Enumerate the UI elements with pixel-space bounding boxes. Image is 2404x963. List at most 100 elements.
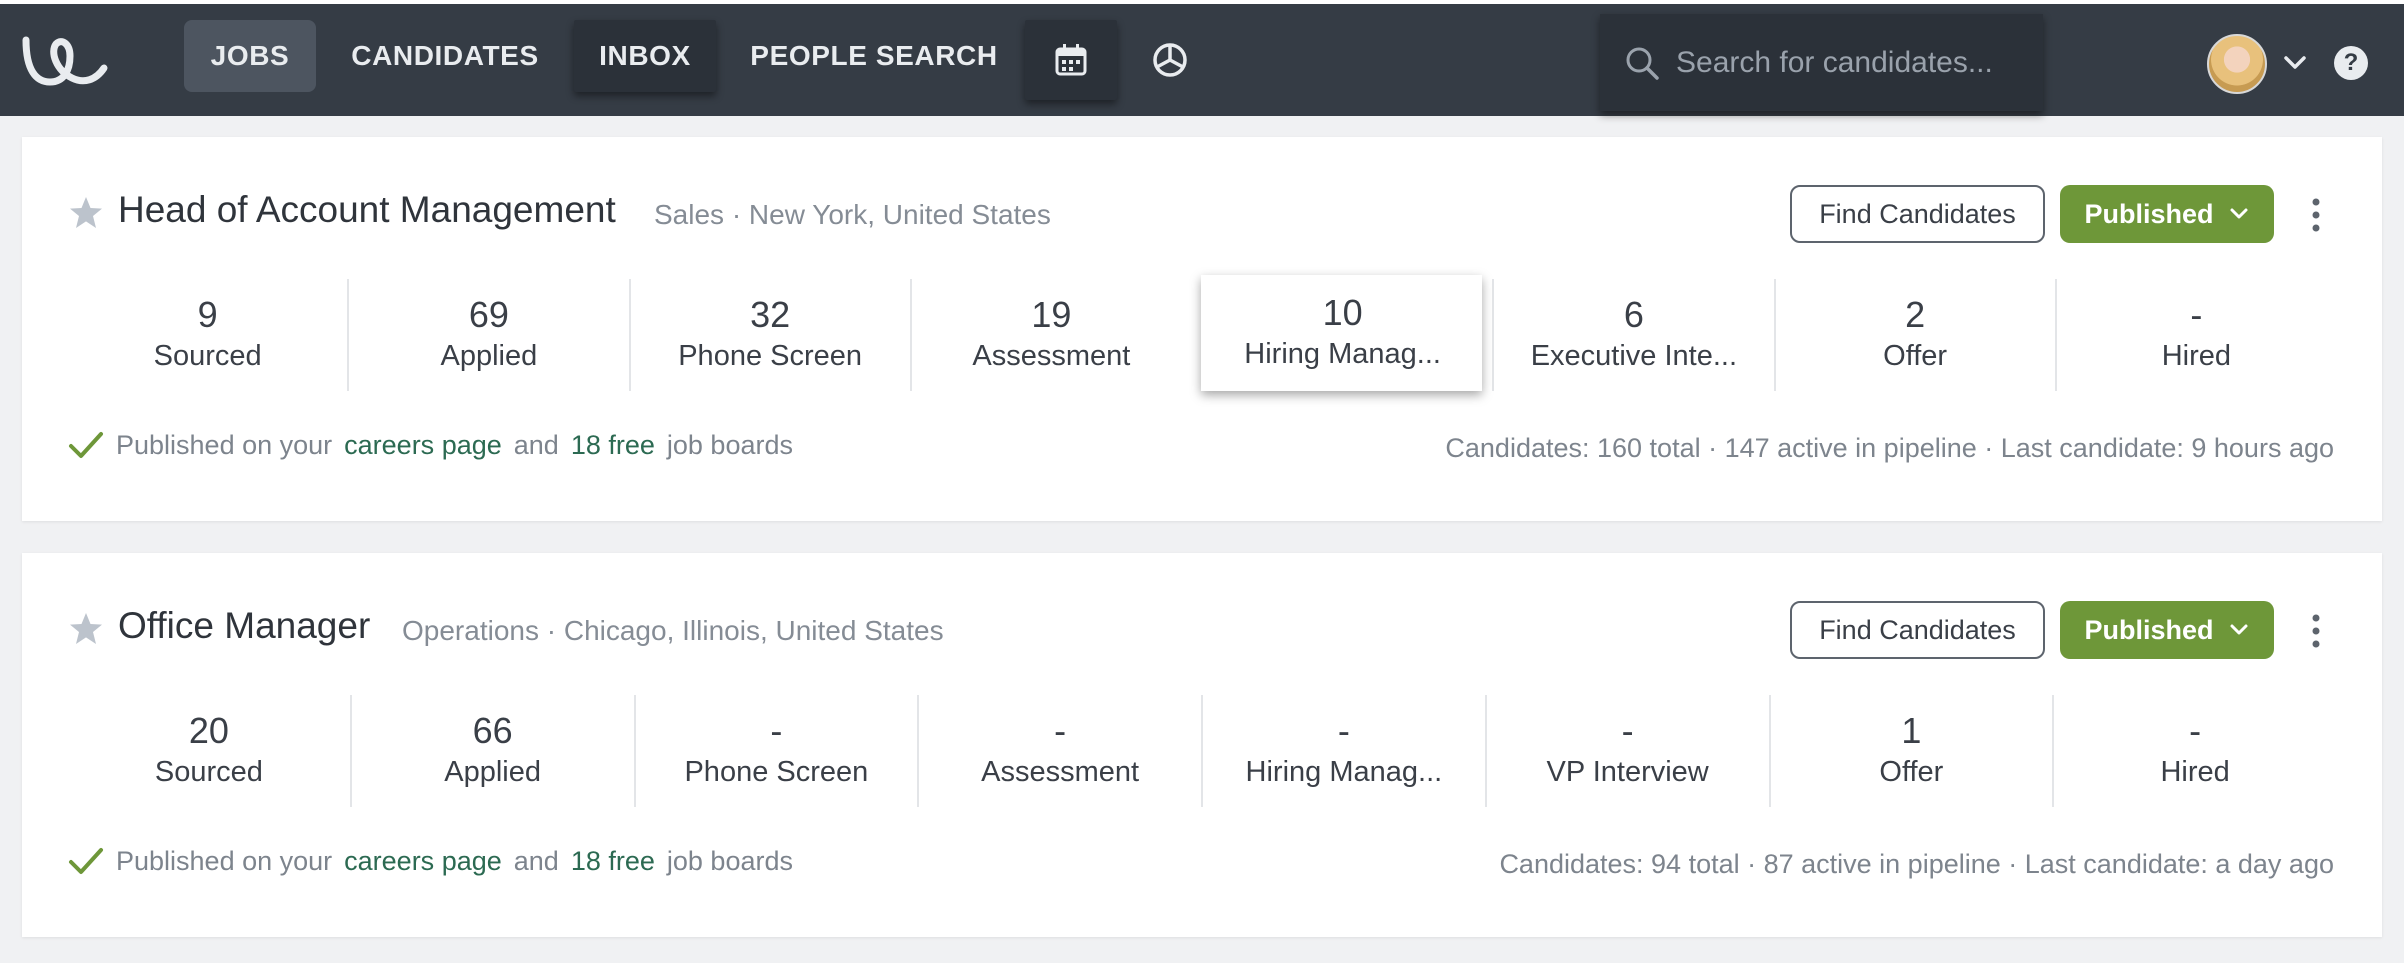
stage-label: Offer — [1879, 756, 1944, 788]
job-title[interactable]: Office Manager — [118, 605, 370, 647]
search-input[interactable] — [1676, 37, 2036, 88]
stage-label: Applied — [440, 340, 538, 372]
chevron-down-icon — [2230, 624, 2247, 635]
reports-button[interactable] — [1128, 20, 1212, 100]
stage-label: Assessment — [981, 756, 1140, 788]
stage-label: Executive Inte... — [1530, 340, 1738, 372]
top-navigation-bar: JOBS CANDIDATES INBOX PEOPLE SEARCH Sear… — [0, 0, 2404, 116]
nav-tab-candidates[interactable]: CANDIDATES — [340, 20, 550, 92]
stage-applied[interactable]: 66 Applied — [349, 695, 634, 807]
job-title[interactable]: Head of Account Management — [118, 189, 616, 231]
stage-sourced[interactable]: 9 Sourced — [68, 279, 347, 391]
stage-label: Phone Screen — [684, 756, 869, 788]
calendar-icon — [1055, 44, 1087, 76]
stage-label: Hiring Manag... — [1245, 756, 1443, 788]
nav-tab-people-search[interactable]: PEOPLE SEARCH — [740, 20, 1008, 92]
publishing-status: Published on your careers page and 18 fr… — [68, 845, 793, 877]
stage-label: Offer — [1883, 340, 1948, 372]
publishing-mid: and — [513, 845, 559, 876]
stage-phone-screen[interactable]: - Phone Screen — [633, 695, 918, 807]
publishing-suffix: job boards — [666, 845, 793, 876]
job-department-location: Operations · Chicago, Illinois, United S… — [402, 615, 944, 646]
stage-label: Assessment — [972, 340, 1131, 372]
stage-count: - — [1337, 710, 1350, 751]
free-job-boards-link[interactable]: 18 free — [571, 846, 655, 877]
pipeline-stages: 9 Sourced 69 Applied 32 Phone Screen 19 … — [68, 275, 2336, 391]
stage-assessment[interactable]: - Assessment — [917, 695, 1201, 807]
stage-offer[interactable]: 2 Offer — [1773, 279, 2055, 391]
job-status-label: Published — [2084, 614, 2214, 645]
stage-label: Sourced — [153, 340, 262, 372]
stage-count: 66 — [472, 710, 513, 751]
stage-assessment[interactable]: 19 Assessment — [909, 279, 1191, 391]
calendar-button[interactable] — [1025, 20, 1117, 100]
stage-label: Phone Screen — [678, 340, 863, 372]
job-status-dropdown[interactable]: Published — [2060, 601, 2274, 659]
publishing-prefix: Published on your — [116, 429, 333, 460]
stage-applied[interactable]: 69 Applied — [347, 279, 628, 391]
job-department-location: Sales · New York, United States — [654, 199, 1051, 230]
stage-count: - — [2189, 710, 2202, 751]
job-card: Office Manager Operations · Chicago, Ill… — [22, 553, 2382, 937]
stage-label: Hired — [2160, 756, 2230, 788]
find-candidates-button[interactable]: Find Candidates — [1790, 601, 2045, 659]
stage-count: 2 — [1905, 294, 1926, 335]
job-card: Head of Account Management Sales · New Y… — [22, 137, 2382, 521]
chevron-down-icon[interactable] — [2280, 48, 2310, 78]
publishing-status: Published on your careers page and 18 fr… — [68, 429, 793, 461]
search-icon — [1626, 47, 1659, 80]
careers-page-link[interactable]: careers page — [344, 430, 502, 461]
stage-count: 9 — [197, 294, 218, 335]
stage-count: - — [2190, 294, 2203, 335]
star-icon[interactable] — [68, 195, 104, 231]
stage-count: 20 — [188, 710, 229, 751]
stage-count: 32 — [750, 294, 791, 335]
free-job-boards-link[interactable]: 18 free — [571, 430, 655, 461]
candidate-search[interactable] — [1600, 14, 2043, 111]
stage-count: 6 — [1623, 294, 1644, 335]
publishing-prefix: Published on your — [116, 845, 333, 876]
stage-vp-interview[interactable]: - VP Interview — [1484, 695, 1769, 807]
stage-label: Applied — [444, 756, 541, 788]
pipeline-stages: 20 Sourced 66 Applied - Phone Screen - A… — [68, 695, 2336, 807]
stage-count: - — [770, 710, 783, 751]
stage-label: Sourced — [154, 756, 263, 788]
stage-count: 10 — [1322, 292, 1363, 333]
stage-hired[interactable]: - Hired — [2052, 695, 2336, 807]
user-avatar[interactable] — [2207, 34, 2267, 94]
stage-hired[interactable]: - Hired — [2054, 279, 2336, 391]
stage-label: Hired — [2161, 340, 2232, 372]
chevron-down-icon — [2230, 208, 2247, 219]
stage-label: Hiring Manag... — [1244, 338, 1441, 370]
stage-count: - — [1054, 710, 1067, 751]
nav-tab-jobs[interactable]: JOBS — [184, 20, 316, 92]
publishing-mid: and — [513, 429, 559, 460]
careers-page-link[interactable]: careers page — [344, 846, 502, 877]
job-status-label: Published — [2084, 198, 2214, 229]
stage-count: 1 — [1901, 710, 1922, 751]
brand-logo-icon[interactable] — [20, 30, 112, 90]
job-status-dropdown[interactable]: Published — [2060, 185, 2274, 243]
stage-count: - — [1621, 710, 1634, 751]
pie-chart-icon — [1153, 43, 1187, 77]
more-options-icon[interactable] — [2306, 611, 2326, 651]
stage-executive-interview[interactable]: 6 Executive Inte... — [1492, 279, 1773, 391]
check-icon — [69, 848, 103, 874]
find-candidates-button[interactable]: Find Candidates — [1790, 185, 2045, 243]
stage-phone-screen[interactable]: 32 Phone Screen — [628, 279, 910, 391]
star-icon[interactable] — [68, 611, 104, 647]
candidate-stats: Candidates: 94 total · 87 active in pipe… — [1499, 849, 2334, 879]
candidate-stats: Candidates: 160 total · 147 active in pi… — [1445, 433, 2334, 463]
stage-sourced[interactable]: 20 Sourced — [68, 695, 350, 807]
publishing-suffix: job boards — [666, 429, 793, 460]
nav-tab-inbox[interactable]: INBOX — [574, 20, 716, 92]
stage-count: 19 — [1031, 294, 1072, 335]
help-icon[interactable]: ? — [2334, 46, 2368, 80]
stage-offer[interactable]: 1 Offer — [1768, 695, 2053, 807]
more-options-icon[interactable] — [2306, 195, 2326, 235]
stage-count: 69 — [468, 294, 509, 335]
stage-label: VP Interview — [1546, 756, 1709, 788]
check-icon — [69, 432, 103, 458]
stage-hiring-manager[interactable]: 10 Hiring Manag... — [1201, 275, 1483, 391]
stage-hiring-manager[interactable]: - Hiring Manag... — [1201, 695, 1485, 807]
